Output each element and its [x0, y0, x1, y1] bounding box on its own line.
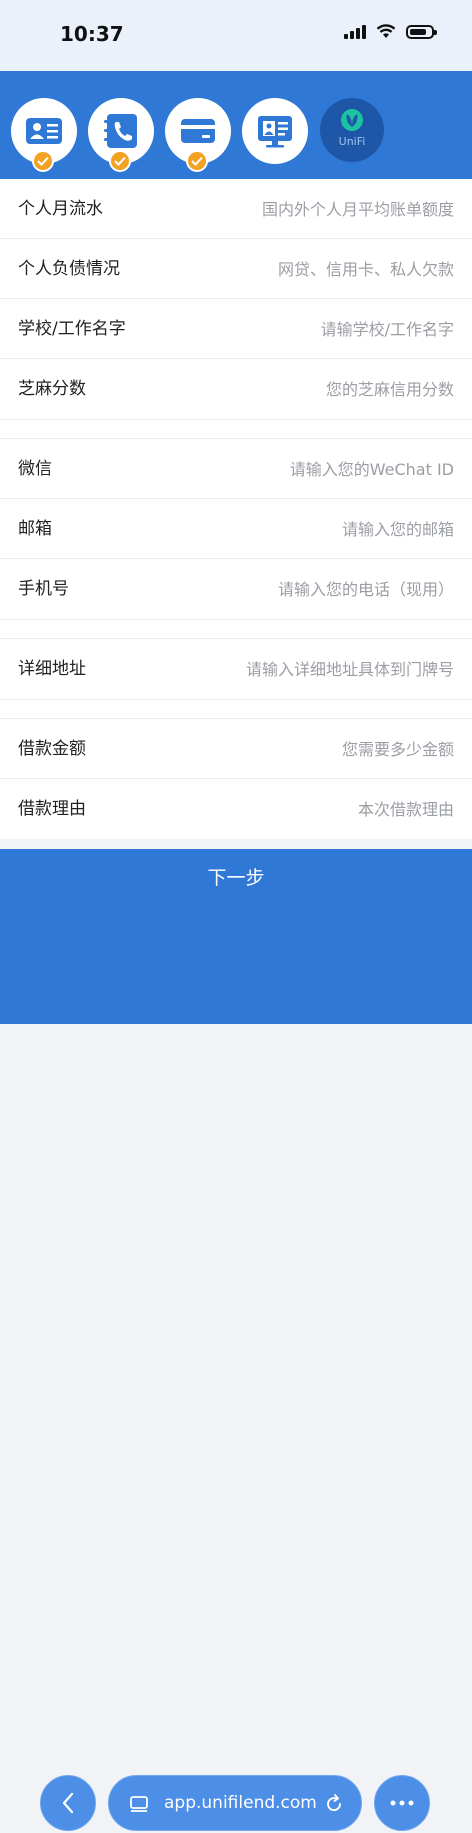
field-label: 借款理由 — [18, 799, 86, 819]
more-dots-icon — [390, 1800, 414, 1806]
field-label: 芝麻分数 — [18, 379, 86, 399]
section-divider — [0, 619, 472, 639]
step-id-card[interactable] — [11, 98, 77, 172]
contact-book-icon — [104, 114, 137, 148]
debt-input[interactable] — [184, 253, 454, 285]
battery-icon — [406, 24, 437, 39]
status-time: 10:37 — [60, 22, 124, 46]
field-label: 个人负债情况 — [18, 259, 120, 279]
unifi-leaf-icon — [341, 109, 363, 131]
chevron-left-icon — [62, 1792, 74, 1814]
url-text: app.unifilend.com — [164, 1793, 317, 1813]
unifi-logo: UniFi — [320, 98, 384, 162]
cellular-signal-icon — [344, 24, 366, 39]
field-label: 微信 — [18, 459, 52, 479]
phone-input[interactable] — [184, 573, 454, 605]
reload-icon[interactable] — [323, 1793, 345, 1815]
form-row-phone: 手机号 — [0, 559, 472, 619]
section-divider — [0, 419, 472, 439]
address-bar[interactable]: app.unifilend.com — [108, 1775, 362, 1831]
step-bank-card[interactable] — [165, 98, 231, 172]
email-input[interactable] — [184, 513, 454, 545]
wifi-icon — [376, 24, 396, 38]
loan-reason-input[interactable] — [184, 793, 454, 825]
field-label: 个人月流水 — [18, 199, 103, 219]
monthly-income-input[interactable] — [184, 193, 454, 225]
form-row-loan-reason: 借款理由 — [0, 779, 472, 839]
completed-check-icon — [32, 150, 54, 172]
field-label: 学校/工作名字 — [18, 319, 126, 339]
sesame-score-input[interactable] — [184, 373, 454, 405]
address-input[interactable] — [184, 653, 454, 685]
next-step-label: 下一步 — [207, 867, 265, 889]
loan-amount-input[interactable] — [184, 733, 454, 765]
id-card-icon — [26, 118, 62, 144]
status-icons — [344, 24, 437, 39]
form-row-debt: 个人负债情况 — [0, 239, 472, 299]
completed-check-icon — [186, 150, 208, 172]
form-row-sesame-score: 芝麻分数 — [0, 359, 472, 419]
status-bar: 10:37 — [0, 0, 472, 71]
form-row-wechat: 微信 — [0, 439, 472, 499]
step-personal-info[interactable] — [242, 98, 308, 164]
completed-check-icon — [109, 150, 131, 172]
section-divider — [0, 699, 472, 719]
field-label: 详细地址 — [18, 659, 86, 679]
form-row-address: 详细地址 — [0, 639, 472, 699]
field-label: 手机号 — [18, 579, 69, 599]
bank-card-icon — [181, 119, 215, 143]
form-row-email: 邮箱 — [0, 499, 472, 559]
browser-toolbar: app.unifilend.com — [40, 1775, 432, 1833]
more-options-button[interactable] — [374, 1775, 430, 1831]
form-row-monthly-income: 个人月流水 — [0, 179, 472, 239]
wechat-input[interactable] — [184, 453, 454, 485]
loan-application-form: 个人月流水 个人负债情况 学校/工作名字 芝麻分数 微信 邮箱 手机号 详细地址… — [0, 179, 472, 839]
profile-card-icon — [258, 116, 292, 148]
step-contacts[interactable] — [88, 98, 154, 172]
next-step-button[interactable]: 下一步 app.unifilend.com — [0, 849, 472, 1831]
step-progress-band: UniFi — [0, 71, 472, 179]
field-label: 邮箱 — [18, 519, 52, 539]
back-button[interactable] — [40, 1775, 96, 1831]
field-label: 借款金额 — [18, 739, 86, 759]
tab-overview-icon — [130, 1796, 148, 1812]
form-row-loan-amount: 借款金额 — [0, 719, 472, 779]
school-work-input[interactable] — [184, 313, 454, 345]
unifi-logo-text: UniFi — [338, 135, 366, 148]
form-row-school-work: 学校/工作名字 — [0, 299, 472, 359]
